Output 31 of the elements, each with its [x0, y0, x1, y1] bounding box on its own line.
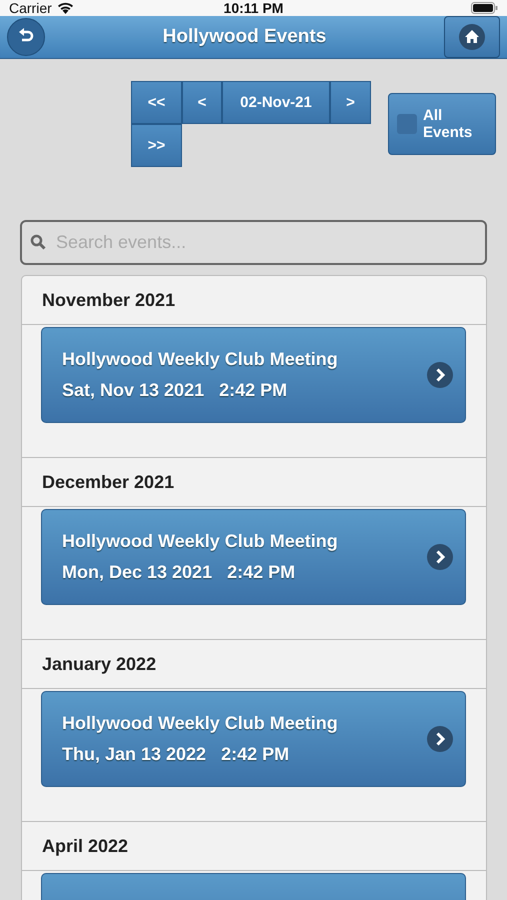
event-time: Mon, Dec 13 2021 2:42 PM — [62, 562, 296, 583]
event-time: Sat, Nov 13 2021 2:42 PM — [62, 380, 288, 401]
home-button[interactable] — [444, 16, 500, 58]
back-button[interactable] — [7, 18, 45, 56]
all-events-button[interactable]: All Events — [388, 93, 496, 155]
event-card[interactable]: Hollywood Weekly Club Meeting Thu, Jan 13 2022 2:42 PM — [41, 691, 466, 787]
wifi-icon — [56, 2, 74, 14]
nav-button[interactable]: << — [131, 81, 182, 124]
event-time: Thu, Jan 13 2022 2:42 PM — [62, 744, 290, 765]
nav-button[interactable]: > — [330, 81, 371, 124]
event-title: Hollywood Weekly Club Meeting — [62, 349, 338, 370]
nav-button[interactable]: >> — [131, 124, 182, 167]
chevron-right-icon — [427, 544, 453, 570]
chevron-right-icon — [427, 362, 453, 388]
page-title: Hollywood Events — [162, 26, 326, 48]
carrier-label: Carrier — [9, 0, 52, 16]
chevron-right-icon — [427, 726, 453, 752]
date-button[interactable]: 02-Nov-21 — [222, 81, 330, 124]
clock-time: 10:11 PM — [224, 0, 284, 16]
event-card[interactable]: Hollywood Weekly Club Meeting Sat, Nov 13 2021 2:42 PM — [41, 327, 466, 423]
month-heading: November 2021 — [42, 290, 176, 310]
event-title: Hollywood Weekly Club Meeting — [62, 531, 338, 552]
event-card[interactable]: Hollywood Weekly Club Meeting Mon, Dec 13 2021 2:42 PM — [41, 509, 466, 605]
battery-icon — [471, 2, 498, 14]
event-title: Hollywood Weekly Club Meeting — [62, 713, 338, 734]
search-icon — [30, 234, 46, 250]
nav-button[interactable]: < — [182, 81, 222, 124]
home-icon — [458, 24, 485, 50]
month-heading: January 2022 — [42, 654, 156, 674]
month-heading: December 2021 — [42, 472, 174, 492]
month-heading: April 2022 — [42, 836, 128, 856]
